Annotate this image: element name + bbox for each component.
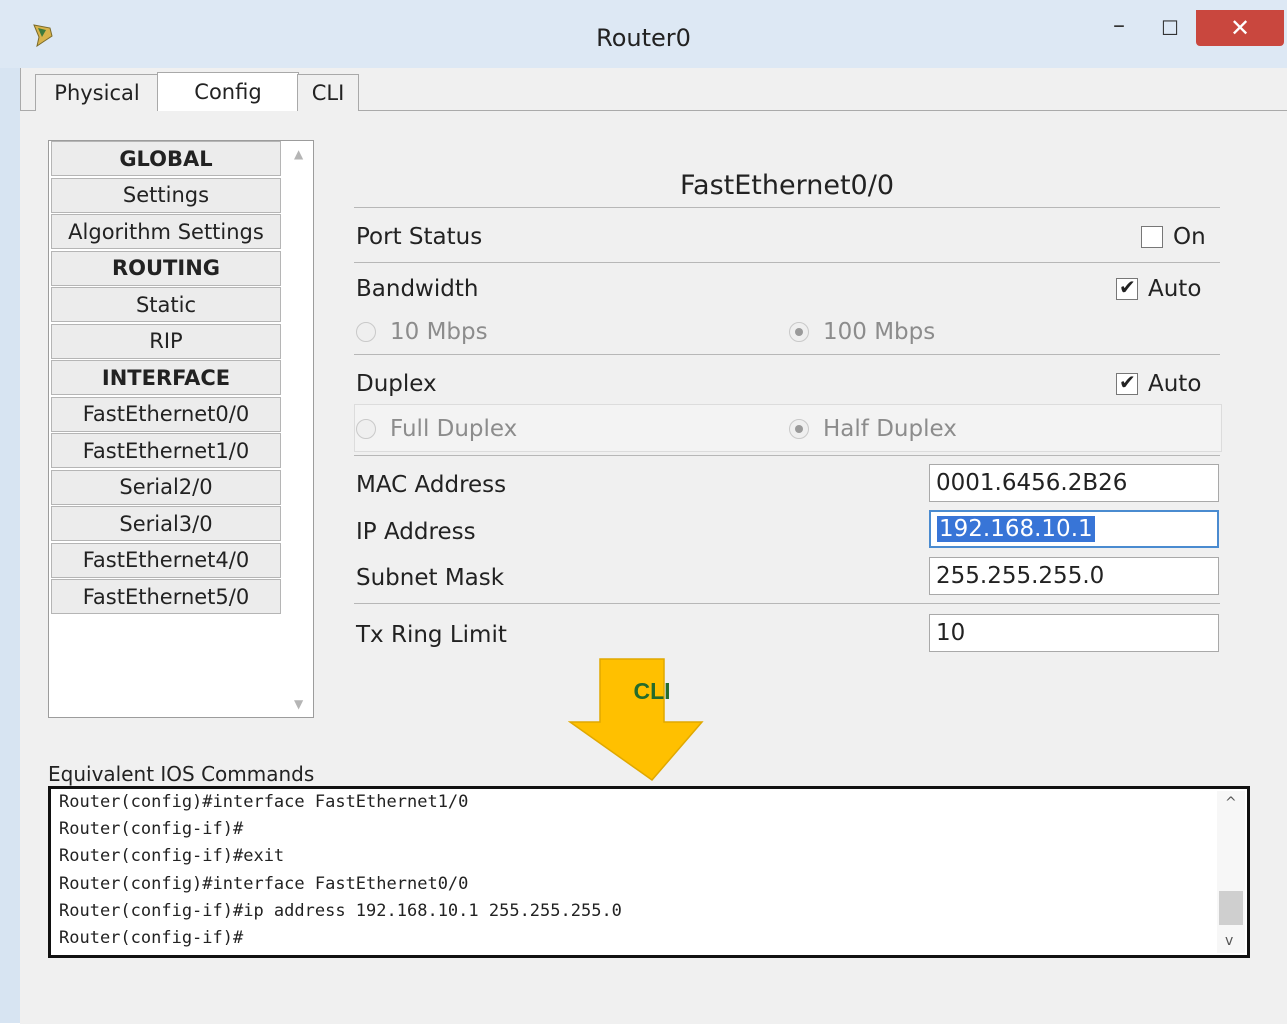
- sidebar-item-settings[interactable]: Settings: [51, 177, 281, 213]
- tab-physical[interactable]: Physical: [35, 74, 159, 111]
- half-duplex-label: Half Duplex: [823, 416, 957, 442]
- close-button[interactable]: ✕: [1196, 10, 1284, 46]
- tab-cli[interactable]: CLI: [297, 74, 359, 111]
- console-line: Router(config-if)#exit: [59, 846, 285, 867]
- router-window: Router0 – ☐ ✕ Physical Config CLI GLOBAL…: [0, 0, 1287, 1024]
- tx-ring-limit-label: Tx Ring Limit: [356, 622, 507, 648]
- cli-arrow-callout: [568, 658, 704, 782]
- sidebar-header-interface: INTERFACE: [51, 360, 281, 395]
- scroll-up-icon[interactable]: ^: [1225, 795, 1237, 811]
- ip-address-label: IP Address: [356, 519, 476, 545]
- maximize-button[interactable]: ☐: [1148, 10, 1192, 46]
- sidebar-item-serial2-0[interactable]: Serial2/0: [51, 469, 281, 505]
- bandwidth-10-radio[interactable]: 10 Mbps: [356, 319, 488, 345]
- radio-selected-icon: [789, 419, 809, 439]
- divider: [354, 207, 1220, 208]
- divider: [354, 262, 1220, 263]
- duplex-auto-checkbox[interactable]: Auto: [1116, 370, 1202, 397]
- duplex-label: Duplex: [356, 371, 437, 397]
- sidebar-item-serial3-0[interactable]: Serial3/0: [51, 506, 281, 541]
- close-icon: ✕: [1229, 14, 1251, 42]
- sidebar-header-routing: ROUTING: [51, 250, 281, 286]
- title-bar[interactable]: Router0 – ☐ ✕: [0, 0, 1287, 68]
- subnet-mask-label: Subnet Mask: [356, 565, 505, 591]
- port-status-label: Port Status: [356, 224, 483, 250]
- divider: [354, 603, 1220, 604]
- bandwidth-auto-label: Auto: [1148, 276, 1202, 302]
- ip-address-value: 192.168.10.1: [937, 516, 1095, 542]
- port-status-on-label: On: [1173, 224, 1206, 250]
- mac-address-field[interactable]: 0001.6456.2B26: [929, 464, 1219, 502]
- sidebar-item-static[interactable]: Static: [51, 287, 281, 322]
- sidebar-item-fastethernet1-0[interactable]: FastEthernet1/0: [51, 433, 281, 468]
- config-sidebar[interactable]: GLOBAL Settings Algorithm Settings ROUTI…: [48, 140, 314, 718]
- console-line: Router(config-if)#ip address 192.168.10.…: [59, 900, 622, 921]
- console-line: Router(config-if)#: [59, 819, 244, 840]
- console-line: Router(config-if)#: [59, 927, 244, 948]
- sidebar-item-fastethernet4-0[interactable]: FastEthernet4/0: [51, 542, 281, 578]
- minimize-icon: –: [1113, 11, 1125, 39]
- sidebar-item-fastethernet0-0[interactable]: FastEthernet0/0: [51, 396, 281, 432]
- window-title: Router0: [596, 24, 691, 52]
- interface-title: FastEthernet0/0: [679, 170, 894, 201]
- duplex-auto-label: Auto: [1148, 371, 1202, 397]
- mac-address-label: MAC Address: [356, 472, 507, 498]
- half-duplex-radio[interactable]: Half Duplex: [789, 416, 957, 442]
- divider: [354, 354, 1220, 355]
- scroll-down-icon[interactable]: v: [1225, 933, 1233, 949]
- ios-command-console[interactable]: Router(config)#interface FastEthernet1/0…: [48, 786, 1250, 958]
- port-status-checkbox[interactable]: On: [1141, 224, 1206, 250]
- divider: [354, 455, 1220, 456]
- radio-selected-icon: [789, 322, 809, 342]
- tab-config[interactable]: Config: [157, 72, 299, 111]
- maximize-icon: ☐: [1161, 16, 1179, 40]
- checkbox-checked-icon: [1116, 370, 1138, 395]
- sidebar-scrollbar[interactable]: ▲ ▼: [287, 141, 313, 717]
- cli-callout-label: CLI: [633, 678, 671, 704]
- sidebar-item-fastethernet5-0[interactable]: FastEthernet5/0: [51, 579, 281, 614]
- console-line: Router(config)#interface FastEthernet0/0: [59, 873, 469, 894]
- subnet-mask-field[interactable]: 255.255.255.0: [929, 557, 1219, 595]
- checkbox-checked-icon: [1116, 275, 1138, 300]
- tx-ring-limit-field[interactable]: 10: [929, 614, 1219, 652]
- minimize-button[interactable]: –: [1104, 10, 1134, 46]
- scroll-down-icon[interactable]: ▼: [294, 697, 303, 711]
- sidebar-header-global: GLOBAL: [51, 141, 281, 176]
- bandwidth-10-label: 10 Mbps: [390, 319, 488, 345]
- equivalent-ios-commands-label: Equivalent IOS Commands: [48, 762, 315, 786]
- console-scrollbar[interactable]: ^ v: [1217, 791, 1245, 953]
- bandwidth-100-label: 100 Mbps: [823, 319, 936, 345]
- ip-address-field[interactable]: 192.168.10.1: [929, 510, 1219, 548]
- scrollbar-thumb[interactable]: [1219, 891, 1243, 925]
- radio-unselected-icon: [356, 322, 376, 342]
- checkbox-unchecked-icon: [1141, 226, 1163, 248]
- full-duplex-label: Full Duplex: [390, 416, 518, 442]
- sidebar-item-rip[interactable]: RIP: [51, 323, 281, 359]
- bandwidth-auto-checkbox[interactable]: Auto: [1116, 275, 1202, 302]
- bandwidth-label: Bandwidth: [356, 276, 479, 302]
- scroll-up-icon[interactable]: ▲: [294, 147, 303, 161]
- full-duplex-radio[interactable]: Full Duplex: [356, 416, 517, 442]
- console-line: Router(config)#interface FastEthernet1/0: [59, 792, 469, 812]
- radio-unselected-icon: [356, 419, 376, 439]
- sidebar-item-algorithm-settings[interactable]: Algorithm Settings: [51, 214, 281, 249]
- bandwidth-100-radio[interactable]: 100 Mbps: [789, 319, 935, 345]
